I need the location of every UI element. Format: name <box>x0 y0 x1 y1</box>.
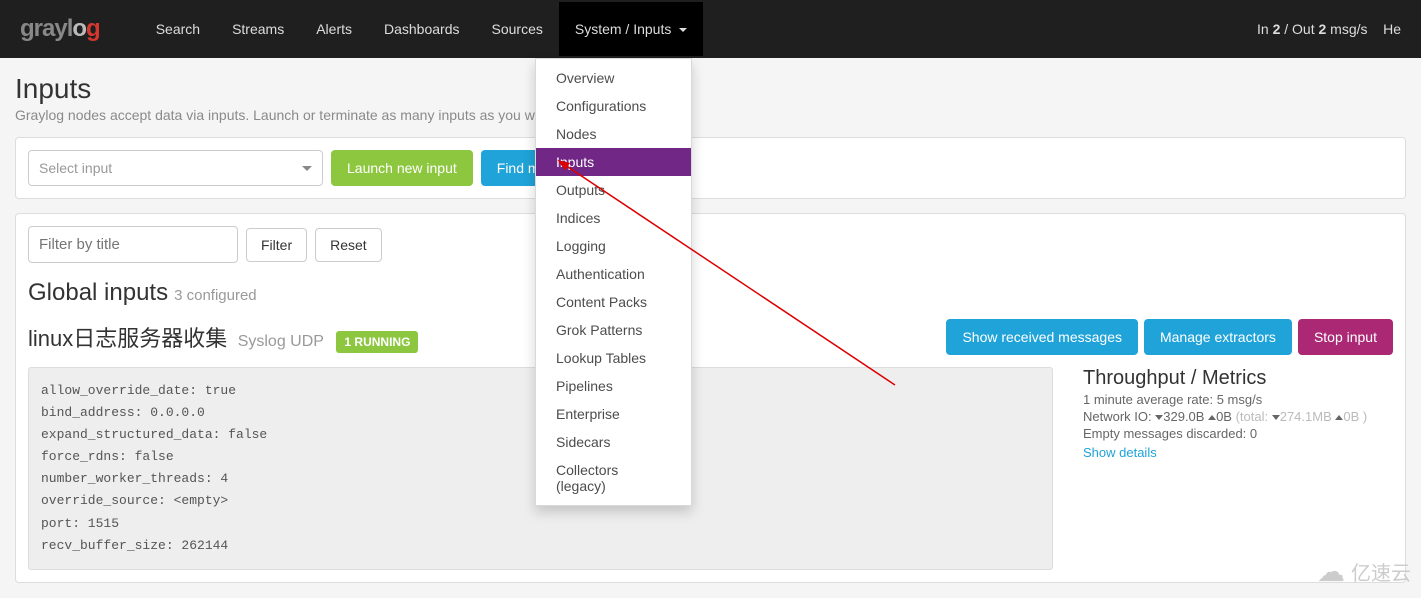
select-input-dropdown[interactable]: Select input <box>28 150 323 186</box>
show-received-messages-button[interactable]: Show received messages <box>946 319 1138 355</box>
cloud-icon: ☁ <box>1317 555 1345 588</box>
launch-new-input-button[interactable]: Launch new input <box>331 150 473 186</box>
metrics-panel: Throughput / Metrics 1 minute average ra… <box>1083 367 1393 462</box>
nav-throughput: In 2 / Out 2 msg/s He <box>1257 21 1401 37</box>
chevron-down-icon <box>302 166 312 171</box>
watermark: ☁ 亿速云 <box>1317 555 1411 588</box>
manage-extractors-button[interactable]: Manage extractors <box>1144 319 1292 355</box>
metrics-netio: Network IO: 329.0B 0B (total: 274.1MB 0B… <box>1083 409 1393 424</box>
configured-count: 3 configured <box>174 287 257 304</box>
running-badge: 1 RUNNING <box>336 331 418 353</box>
triangle-down-icon <box>1272 415 1280 420</box>
nav-sources[interactable]: Sources <box>476 2 559 56</box>
dropdown-nodes[interactable]: Nodes <box>536 120 691 148</box>
dropdown-grok-patterns[interactable]: Grok Patterns <box>536 316 691 344</box>
page-title: Inputs <box>15 73 1406 105</box>
nav-alerts[interactable]: Alerts <box>300 2 368 56</box>
system-dropdown: Overview Configurations Nodes Inputs Out… <box>535 58 692 506</box>
navbar: graylog Search Streams Alerts Dashboards… <box>0 0 1421 58</box>
caret-down-icon <box>679 28 687 32</box>
dropdown-logging[interactable]: Logging <box>536 232 691 260</box>
select-input-placeholder: Select input <box>39 160 112 176</box>
show-details-link[interactable]: Show details <box>1083 445 1157 460</box>
dropdown-overview[interactable]: Overview <box>536 64 691 92</box>
nav-search[interactable]: Search <box>140 2 216 56</box>
dropdown-indices[interactable]: Indices <box>536 204 691 232</box>
dropdown-sidecars[interactable]: Sidecars <box>536 428 691 456</box>
reset-button[interactable]: Reset <box>315 228 382 262</box>
content: Inputs Graylog nodes accept data via inp… <box>0 58 1421 598</box>
metrics-title: Throughput / Metrics <box>1083 367 1393 390</box>
config-line: port: 1515 <box>41 513 1040 535</box>
dropdown-authentication[interactable]: Authentication <box>536 260 691 288</box>
config-line: recv_buffer_size: 262144 <box>41 535 1040 557</box>
nav-dashboards[interactable]: Dashboards <box>368 2 476 56</box>
dropdown-inputs[interactable]: Inputs <box>536 148 691 176</box>
launch-panel: Select input Launch new input Find m <box>15 137 1406 199</box>
dropdown-configurations[interactable]: Configurations <box>536 92 691 120</box>
stop-input-button[interactable]: Stop input <box>1298 319 1393 355</box>
metrics-empty: Empty messages discarded: 0 <box>1083 426 1393 441</box>
dropdown-lookup-tables[interactable]: Lookup Tables <box>536 344 691 372</box>
global-inputs-heading: Global inputs3 configured <box>28 279 1393 307</box>
filter-title-input[interactable] <box>28 226 238 263</box>
metrics-avg: 1 minute average rate: 5 msg/s <box>1083 392 1393 407</box>
inputs-panel: Filter Reset Global inputs3 configured l… <box>15 213 1406 583</box>
nav-items: Search Streams Alerts Dashboards Sources… <box>140 2 704 56</box>
input-row: linux日志服务器收集 Syslog UDP 1 RUNNING Show r… <box>28 319 1393 355</box>
page-subtitle: Graylog nodes accept data via inputs. La… <box>15 107 1406 123</box>
dropdown-collectors[interactable]: Collectors (legacy) <box>536 456 691 500</box>
nav-system-inputs[interactable]: System / Inputs <box>559 2 703 56</box>
dropdown-pipelines[interactable]: Pipelines <box>536 372 691 400</box>
dropdown-enterprise[interactable]: Enterprise <box>536 400 691 428</box>
nav-streams[interactable]: Streams <box>216 2 300 56</box>
filter-button[interactable]: Filter <box>246 228 307 262</box>
triangle-up-icon <box>1208 415 1216 420</box>
dropdown-content-packs[interactable]: Content Packs <box>536 288 691 316</box>
logo[interactable]: graylog <box>20 15 100 43</box>
dropdown-outputs[interactable]: Outputs <box>536 176 691 204</box>
input-title: linux日志服务器收集 <box>28 326 227 351</box>
input-type: Syslog UDP <box>238 333 324 350</box>
